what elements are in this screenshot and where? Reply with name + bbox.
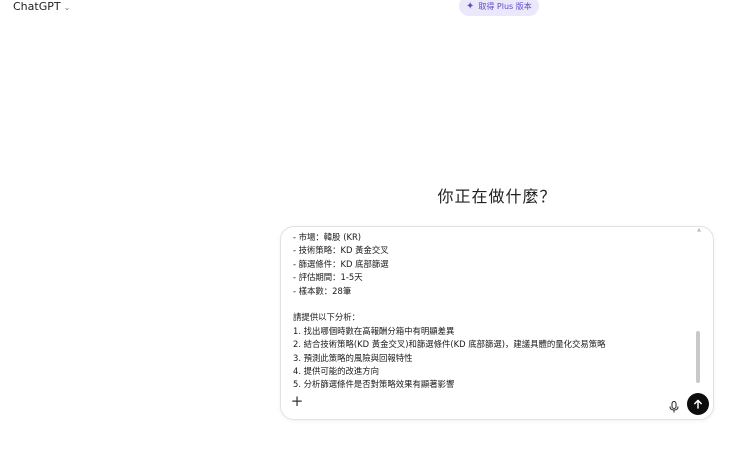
scrollbar-thumb[interactable] [696, 331, 700, 383]
scrollbar[interactable] [696, 233, 700, 385]
chevron-down-icon: ⌄ [63, 3, 71, 12]
model-switcher[interactable]: ChatGPT ⌄ [13, 0, 70, 13]
message-composer: - 市場：韓股 (KR) - 技術策略：KD 黃金交叉 - 篩選條件：KD 底部篩選… [280, 226, 714, 420]
top-bar: ChatGPT ⌄ ✦ 取得 Plus 版本 [0, 0, 740, 16]
prompt-line: - 技術策略：KD 黃金交叉 [293, 245, 389, 256]
prompt-line [293, 298, 693, 311]
prompt-line: 1. 找出哪個時數在高報酬分箱中有明顯差異 [293, 325, 455, 336]
prompt-line: 5. 分析篩選條件是否對策略效果有顯著影響 [293, 379, 455, 390]
page-headline: 你正在做什麼？ [437, 187, 557, 206]
upgrade-label: 取得 Plus 版本 [478, 1, 532, 11]
arrow-up-icon [694, 399, 702, 409]
prompt-line: - 評估期間：1-5天 [293, 272, 363, 283]
prompt-line: 3. 預測此策略的風險與回報特性 [293, 352, 413, 363]
prompt-line: - 篩選條件：KD 底部篩選 [293, 258, 389, 269]
sparkle-icon: ✦ [466, 0, 475, 12]
prompt-line: 2. 結合技術策略(KD 黃金交叉)和篩選條件(KD 底部篩選)，建議具體的量化… [293, 339, 606, 350]
prompt-line: - 樣本數：28筆 [293, 285, 352, 296]
model-name: ChatGPT [13, 0, 61, 13]
plus-icon[interactable]: + [290, 394, 304, 409]
microphone-icon[interactable] [669, 398, 679, 413]
prompt-line: - 市場：韓股 (KR) [293, 232, 362, 242]
send-button[interactable] [687, 393, 709, 415]
prompt-line: 4. 提供可能的改進方向 [293, 366, 380, 377]
upgrade-plus-button[interactable]: ✦ 取得 Plus 版本 [459, 0, 539, 16]
prompt-textarea[interactable]: - 市場：韓股 (KR) - 技術策略：KD 黃金交叉 - 篩選條件：KD 底部篩選… [293, 231, 693, 393]
prompt-line: 請提供以下分析： [293, 312, 360, 323]
